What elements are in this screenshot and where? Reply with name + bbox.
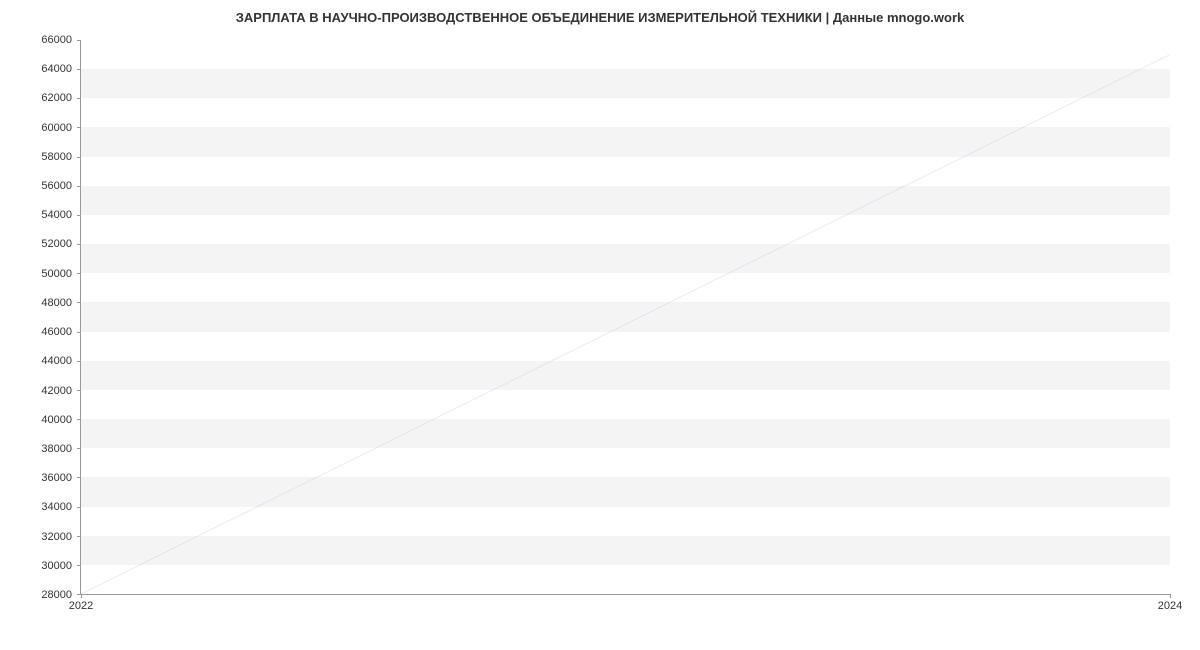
x-tick-mark [1170, 594, 1171, 598]
chart-title: ЗАРПЛАТА В НАУЧНО-ПРОИЗВОДСТВЕННОЕ ОБЪЕД… [0, 10, 1200, 25]
y-axis-labels: 2800030000320003400036000380004000042000… [0, 40, 76, 595]
y-tick-mark [77, 477, 81, 478]
x-tick-mark [81, 594, 82, 598]
y-tick-label: 60000 [41, 122, 72, 134]
y-tick-label: 42000 [41, 385, 72, 397]
y-tick-label: 62000 [41, 92, 72, 104]
y-tick-mark [77, 448, 81, 449]
y-tick-mark [77, 332, 81, 333]
y-tick-label: 48000 [41, 297, 72, 309]
chart-container: ЗАРПЛАТА В НАУЧНО-ПРОИЗВОДСТВЕННОЕ ОБЪЕД… [0, 0, 1200, 650]
y-tick-label: 44000 [41, 355, 72, 367]
y-tick-mark [77, 127, 81, 128]
y-tick-mark [77, 157, 81, 158]
y-tick-mark [77, 69, 81, 70]
y-tick-mark [77, 361, 81, 362]
y-tick-mark [77, 536, 81, 537]
line-series [81, 40, 1170, 594]
y-tick-label: 64000 [41, 63, 72, 75]
y-tick-label: 30000 [41, 560, 72, 572]
y-tick-label: 54000 [41, 209, 72, 221]
y-tick-mark [77, 186, 81, 187]
y-tick-mark [77, 507, 81, 508]
plot-area: 20222024 [80, 40, 1170, 595]
x-tick-label: 2024 [1158, 600, 1182, 612]
y-tick-mark [77, 98, 81, 99]
y-tick-mark [77, 244, 81, 245]
y-tick-label: 28000 [41, 589, 72, 601]
y-tick-label: 38000 [41, 443, 72, 455]
y-tick-label: 66000 [41, 34, 72, 46]
y-tick-mark [77, 565, 81, 566]
y-tick-mark [77, 215, 81, 216]
y-tick-mark [77, 273, 81, 274]
data-line [81, 55, 1170, 594]
y-tick-label: 58000 [41, 151, 72, 163]
y-tick-mark [77, 40, 81, 41]
y-tick-label: 56000 [41, 180, 72, 192]
y-tick-label: 34000 [41, 501, 72, 513]
y-tick-label: 32000 [41, 531, 72, 543]
x-tick-label: 2022 [69, 600, 93, 612]
y-tick-label: 52000 [41, 238, 72, 250]
y-tick-mark [77, 390, 81, 391]
y-tick-label: 50000 [41, 268, 72, 280]
y-tick-mark [77, 302, 81, 303]
y-tick-mark [77, 419, 81, 420]
y-tick-label: 46000 [41, 326, 72, 338]
y-tick-label: 36000 [41, 472, 72, 484]
y-tick-label: 40000 [41, 414, 72, 426]
